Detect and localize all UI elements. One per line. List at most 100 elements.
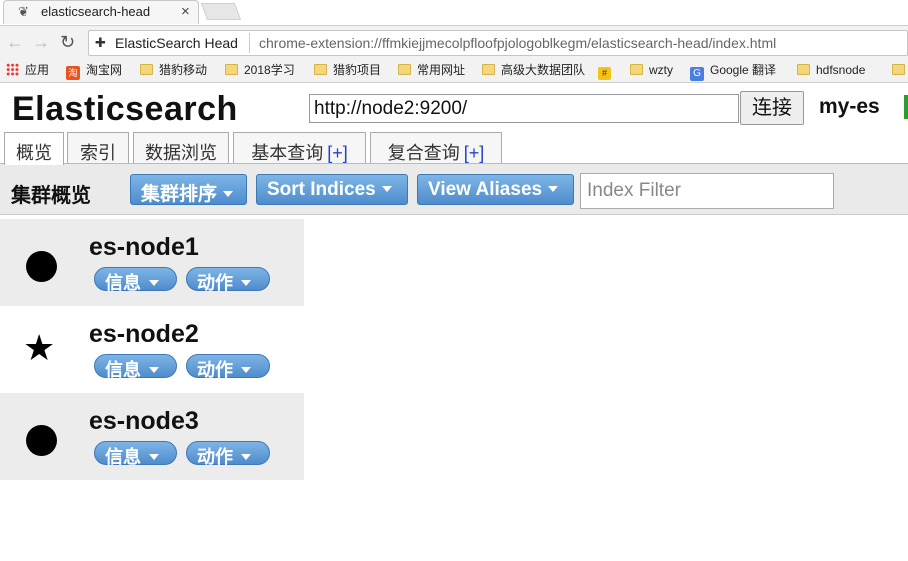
bookmark-label: 2018学习 (244, 63, 295, 77)
index-filter-input[interactable] (580, 173, 834, 209)
button-label: 信息 (105, 447, 141, 467)
chevron-down-icon (241, 454, 251, 460)
bookmark-label: 猎豹移动 (159, 63, 208, 77)
bookmark-folder[interactable]: hdfsnode (797, 63, 865, 77)
tab-label: 复合查询 (387, 143, 460, 163)
node-name: es-node1 (89, 233, 199, 261)
node-name: es-node2 (89, 320, 199, 348)
bookmarks-bar: 应用 淘淘宝网 猎豹移动 2018学习 猎豹项目 常用网址 高级大数据团队 # … (0, 59, 908, 83)
chevron-down-icon (241, 367, 251, 373)
folder-icon (892, 64, 905, 75)
folder-icon (225, 64, 238, 75)
connect-button[interactable]: 连接 (740, 91, 804, 125)
cluster-name: my-es (819, 95, 880, 118)
bookmark-label: 淘宝网 (86, 63, 123, 77)
connection-url-input[interactable] (309, 94, 739, 123)
taobao-icon: 淘 (66, 66, 80, 80)
extension-name: ElasticSearch Head (115, 35, 238, 51)
sort-cluster-button[interactable]: 集群排序 (130, 174, 247, 205)
back-icon[interactable]: ← (6, 33, 24, 51)
chevron-down-icon (223, 191, 234, 197)
node-action-button[interactable]: 动作 (186, 354, 270, 380)
bookmark-overflow[interactable] (892, 63, 908, 77)
apps-icon (6, 63, 19, 76)
bookmark-hash[interactable]: # (598, 63, 617, 80)
bookmark-folder[interactable]: 常用网址 (398, 63, 465, 77)
browser-tab-strip: ❦ elasticsearch-head × (0, 0, 908, 25)
tab-browser[interactable]: 数据浏览 (133, 132, 229, 163)
tab-label: 概览 (16, 143, 52, 163)
new-tab-button[interactable] (200, 3, 242, 20)
folder-icon (140, 64, 153, 75)
circle-icon (26, 425, 57, 456)
tab-structured-query[interactable]: 复合查询 [+] (370, 132, 502, 163)
browser-toolbar: ← → ↻ ✚ ElasticSearch Head chrome-extens… (0, 25, 908, 59)
button-label: 动作 (197, 447, 233, 467)
cluster-health-indicator (904, 95, 908, 119)
tab-overview[interactable]: 概览 (4, 132, 64, 165)
button-label: 信息 (105, 360, 141, 380)
circle-icon (26, 251, 57, 282)
add-query-icon[interactable]: [+] (327, 143, 348, 163)
button-label: 动作 (197, 360, 233, 380)
overview-title: 集群概览 (11, 185, 91, 207)
chevron-down-icon (149, 280, 159, 286)
bookmark-label: 常用网址 (417, 63, 466, 77)
chevron-down-icon (241, 280, 251, 286)
puzzle-icon: ✚ (95, 35, 106, 50)
folder-icon (797, 64, 810, 75)
view-aliases-button[interactable]: View Aliases (417, 174, 574, 205)
star-icon: ★ (23, 327, 56, 368)
button-label: 动作 (197, 273, 233, 293)
folder-icon (314, 64, 327, 75)
button-label: View Aliases (428, 179, 543, 200)
bookmark-folder[interactable]: 2018学习 (225, 63, 295, 77)
tab-label: 基本查询 (251, 143, 324, 163)
node-row: ★ es-node2 信息 动作 (0, 306, 304, 393)
chevron-down-icon (381, 186, 392, 192)
page-icon: ❦ (18, 4, 29, 19)
bookmark-label: Google 翻译 (710, 63, 777, 77)
tab-label: 数据浏览 (145, 143, 217, 163)
bookmark-label: hdfsnode (816, 63, 866, 77)
bookmark-label: 高级大数据团队 (501, 63, 586, 77)
node-action-button[interactable]: 动作 (186, 441, 270, 467)
button-label: 信息 (105, 273, 141, 293)
es-head-app: Elasticsearch 连接 my-es 概览 索引 数据浏览 基本查询[+… (0, 84, 908, 561)
bookmark-label: wzty (649, 63, 673, 77)
url-text[interactable]: chrome-extension://ffmkiejjmecolpfloofpj… (259, 35, 776, 51)
bookmark-label: 猎豹项目 (333, 63, 382, 77)
browser-tab[interactable]: ❦ elasticsearch-head × (3, 0, 199, 24)
bookmark-folder[interactable]: 高级大数据团队 (482, 63, 585, 77)
node-row: es-node1 信息 动作 (0, 219, 304, 306)
bookmark-folder[interactable]: 猎豹项目 (314, 63, 381, 77)
node-info-button[interactable]: 信息 (94, 354, 177, 380)
tab-indices[interactable]: 索引 (67, 132, 129, 163)
add-query-icon[interactable]: [+] (464, 143, 485, 163)
bookmark-folder[interactable]: 猎豹移动 (140, 63, 207, 77)
forward-icon[interactable]: → (32, 33, 50, 51)
sort-indices-button[interactable]: Sort Indices (256, 174, 408, 205)
close-icon[interactable]: × (181, 3, 190, 20)
overview-toolbar: 集群概览 集群排序 Sort Indices View Aliases (0, 163, 908, 215)
node-list: es-node1 信息 动作 ★ es-node2 信息 动作 es-node3… (0, 219, 304, 480)
google-translate-icon: G (690, 67, 704, 81)
main-tabs: 概览 索引 数据浏览 基本查询 [+] 复合查询 [+] (0, 131, 908, 165)
node-info-button[interactable]: 信息 (94, 441, 177, 467)
bookmark-taobao[interactable]: 淘淘宝网 (66, 63, 122, 80)
node-action-button[interactable]: 动作 (186, 267, 270, 293)
node-name: es-node3 (89, 407, 199, 435)
chevron-down-icon (548, 186, 559, 192)
button-label: Sort Indices (267, 179, 376, 200)
address-bar[interactable]: ✚ ElasticSearch Head chrome-extension://… (88, 30, 908, 56)
tab-label: 索引 (80, 143, 116, 163)
bookmark-label: 应用 (25, 63, 50, 77)
reload-icon[interactable]: ↻ (60, 33, 75, 51)
tab-basic-query[interactable]: 基本查询 [+] (233, 132, 366, 163)
node-info-button[interactable]: 信息 (94, 267, 177, 293)
bookmark-folder[interactable]: wzty (630, 63, 673, 77)
bookmark-apps[interactable]: 应用 (6, 63, 49, 77)
address-divider (249, 33, 250, 53)
bookmark-google-translate[interactable]: G Google 翻译 (690, 63, 776, 81)
chevron-down-icon (149, 367, 159, 373)
